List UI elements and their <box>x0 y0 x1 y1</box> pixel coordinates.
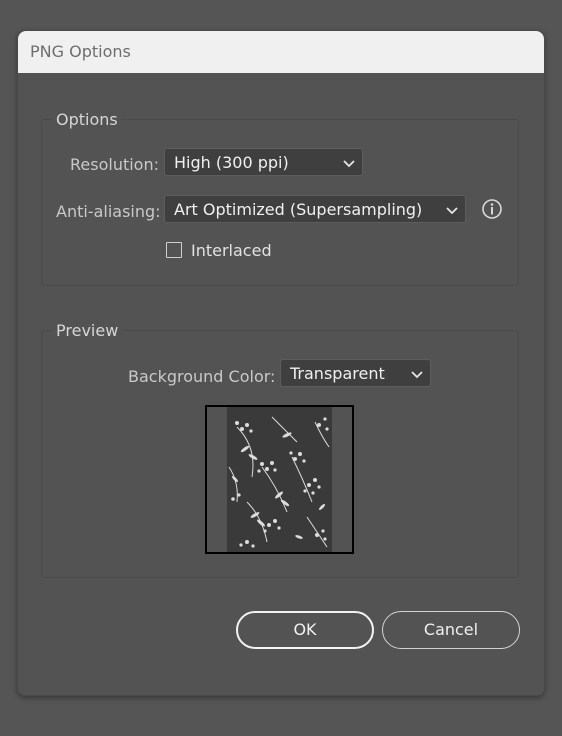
preview-thumbnail <box>205 405 354 554</box>
cancel-button[interactable]: Cancel <box>382 611 520 649</box>
chevron-down-icon <box>411 371 423 379</box>
background-color-label: Background Color: <box>128 367 276 386</box>
resolution-label: Resolution: <box>70 155 159 174</box>
png-options-dialog: PNG Options Options Resolution: High (30… <box>17 30 545 696</box>
background-color-select[interactable]: Transparent <box>280 359 431 387</box>
chevron-down-icon <box>446 207 458 215</box>
background-color-value: Transparent <box>290 364 385 383</box>
resolution-value: High (300 ppi) <box>174 153 289 172</box>
ok-button[interactable]: OK <box>236 611 374 649</box>
interlaced-checkbox[interactable] <box>166 242 182 258</box>
anti-aliasing-value: Art Optimized (Supersampling) <box>174 200 423 219</box>
options-group-label: Options <box>52 110 122 129</box>
anti-aliasing-select[interactable]: Art Optimized (Supersampling) <box>164 195 466 223</box>
floral-artwork-image <box>227 407 332 552</box>
resolution-select[interactable]: High (300 ppi) <box>164 148 363 176</box>
chevron-down-icon <box>343 160 355 168</box>
interlaced-label[interactable]: Interlaced <box>191 241 272 260</box>
dialog-title: PNG Options <box>30 42 131 61</box>
info-icon[interactable] <box>481 198 503 220</box>
title-bar[interactable]: PNG Options <box>18 31 544 73</box>
anti-aliasing-label: Anti-aliasing: <box>56 202 161 221</box>
preview-group-label: Preview <box>52 321 123 340</box>
